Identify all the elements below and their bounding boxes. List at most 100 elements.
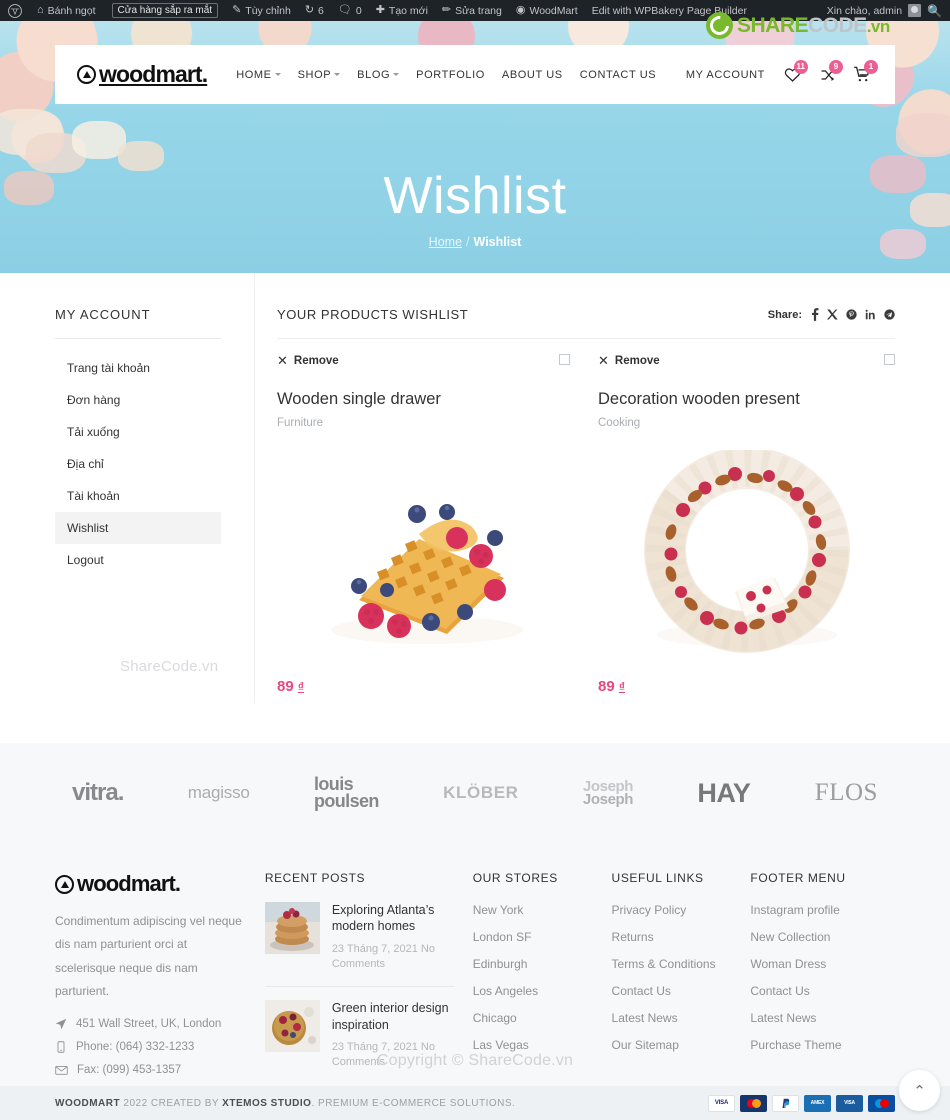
useful-link[interactable]: Privacy Policy <box>612 903 687 917</box>
linkedin-icon[interactable] <box>865 309 876 320</box>
admin-bar-updates[interactable]: ↻ 6 <box>298 0 331 21</box>
nav-item-shop[interactable]: SHOP <box>298 69 341 81</box>
search-icon[interactable]: 🔍 <box>927 4 944 18</box>
list-item[interactable]: Latest News <box>750 1010 877 1025</box>
sidebar-link[interactable]: Địa chỉ <box>55 448 221 480</box>
recent-post-item[interactable]: Green interior design inspiration 23 Thá… <box>264 1000 455 1084</box>
wp-logo-menu[interactable] <box>0 0 30 21</box>
x-twitter-icon[interactable] <box>827 309 838 320</box>
footer-menu-link[interactable]: Purchase Theme <box>750 1038 841 1052</box>
list-item[interactable]: London SF <box>473 929 594 944</box>
sidebar-link[interactable]: Tải xuống <box>55 416 221 448</box>
footer-menu-link[interactable]: Woman Dress <box>750 957 826 971</box>
product-1-image[interactable] <box>277 445 570 660</box>
product-2-image[interactable] <box>598 445 895 660</box>
list-item[interactable]: Woman Dress <box>750 956 877 971</box>
product-1-name[interactable]: Wooden single drawer <box>277 390 570 409</box>
list-item[interactable]: New Collection <box>750 929 877 944</box>
useful-link[interactable]: Terms & Conditions <box>612 957 716 971</box>
brand-logo-joseph-joseph[interactable]: Joseph Joseph <box>583 779 634 807</box>
recent-post-thumbnail[interactable] <box>264 1000 320 1053</box>
list-item[interactable]: Returns <box>612 929 733 944</box>
admin-bar-customize[interactable]: ✎ Tùy chỉnh <box>225 0 298 21</box>
compare-button[interactable]: 9 <box>816 59 843 85</box>
sidebar-link[interactable]: Trang tài khoản <box>55 352 221 384</box>
brand-logo-vitra[interactable]: vitra. <box>72 779 124 807</box>
cart-button[interactable]: 1 <box>851 59 878 85</box>
footer-menu-link[interactable]: New Collection <box>750 930 830 944</box>
nav-item-portfolio[interactable]: PORTFOLIO <box>416 69 485 81</box>
admin-bar-comments[interactable]: 🗨 0 <box>331 0 369 21</box>
list-item[interactable]: New York <box>473 902 594 917</box>
store-link[interactable]: Chicago <box>473 1011 517 1025</box>
pinterest-icon[interactable] <box>846 309 857 320</box>
store-link[interactable]: London SF <box>473 930 532 944</box>
footer-menu-link[interactable]: Contact Us <box>750 984 809 998</box>
breadcrumb-home[interactable]: Home <box>429 235 462 249</box>
footer-menu-link[interactable]: Instagram profile <box>750 903 839 917</box>
admin-bar-site-name[interactable]: ⌂ Bánh ngọt <box>30 0 103 21</box>
wishlist-button[interactable]: 11 <box>781 59 808 85</box>
recent-post-item[interactable]: Exploring Atlanta’s modern homes 23 Thán… <box>264 902 455 988</box>
store-link[interactable]: Edinburgh <box>473 957 528 971</box>
remove-product-2-button[interactable]: ✕ Remove <box>598 353 660 369</box>
store-link[interactable]: Los Angeles <box>473 984 538 998</box>
sidebar-item-dia-chi[interactable]: Địa chỉ <box>55 448 221 480</box>
useful-link[interactable]: Contact Us <box>612 984 671 998</box>
my-account-link[interactable]: MY ACCOUNT <box>686 69 765 81</box>
list-item[interactable]: Las Vegas <box>473 1037 594 1052</box>
useful-link[interactable]: Latest News <box>612 1011 678 1025</box>
facebook-icon[interactable] <box>811 308 819 321</box>
list-item[interactable]: Contact Us <box>750 983 877 998</box>
store-link[interactable]: New York <box>473 903 524 917</box>
recent-post-title[interactable]: Exploring Atlanta’s modern homes <box>332 902 455 935</box>
sidebar-item-logout[interactable]: Logout <box>55 544 221 576</box>
brand-logo-klober[interactable]: KLÖBER <box>443 783 518 803</box>
list-item[interactable]: Terms & Conditions <box>612 956 733 971</box>
list-item[interactable]: Instagram profile <box>750 902 877 917</box>
select-product-2-checkbox[interactable] <box>884 354 895 365</box>
list-item[interactable]: Los Angeles <box>473 983 594 998</box>
sidebar-item-trang-tai-khoan[interactable]: Trang tài khoản <box>55 352 221 384</box>
useful-link[interactable]: Returns <box>612 930 654 944</box>
sidebar-link[interactable]: Đơn hàng <box>55 384 221 416</box>
sidebar-item-wishlist[interactable]: Wishlist <box>55 512 221 544</box>
list-item[interactable]: Our Sitemap <box>612 1037 733 1052</box>
store-link[interactable]: Las Vegas <box>473 1038 529 1052</box>
list-item[interactable]: Chicago <box>473 1010 594 1025</box>
select-product-1-checkbox[interactable] <box>559 354 570 365</box>
scroll-to-top-button[interactable]: ⌃ <box>899 1070 940 1111</box>
remove-product-1-button[interactable]: ✕ Remove <box>277 353 339 369</box>
list-item[interactable]: Purchase Theme <box>750 1037 877 1052</box>
product-2-name[interactable]: Decoration wooden present <box>598 390 895 409</box>
list-item[interactable]: Contact Us <box>612 983 733 998</box>
site-logo[interactable]: woodmart. <box>77 61 208 88</box>
admin-bar-edit-page[interactable]: ✏ Sửa trang <box>435 0 509 21</box>
sidebar-link[interactable]: Logout <box>55 544 221 576</box>
admin-bar-new-content[interactable]: ✚ Tạo mới <box>369 0 435 21</box>
recent-post-title[interactable]: Green interior design inspiration <box>332 1000 455 1033</box>
nav-item-blog[interactable]: BLOG <box>357 69 400 81</box>
footer-menu-link[interactable]: Latest News <box>750 1011 816 1025</box>
list-item[interactable]: Privacy Policy <box>612 902 733 917</box>
sidebar-item-tai-xuong[interactable]: Tải xuống <box>55 416 221 448</box>
nav-item-about-us[interactable]: ABOUT US <box>502 69 563 81</box>
admin-bar-woodmart[interactable]: ◉ WoodMart <box>509 0 585 21</box>
nav-item-contact-us[interactable]: CONTACT US <box>580 69 657 81</box>
footer-logo[interactable]: woodmart. <box>55 871 247 897</box>
telegram-icon[interactable] <box>884 309 895 320</box>
nav-item-home[interactable]: HOME <box>236 69 281 81</box>
avatar[interactable] <box>908 4 922 17</box>
brand-logo-hay[interactable]: HAY <box>697 778 751 809</box>
sidebar-link[interactable]: Tài khoản <box>55 480 221 512</box>
sidebar-link[interactable]: Wishlist <box>55 512 221 544</box>
list-item[interactable]: Edinburgh <box>473 956 594 971</box>
brand-logo-louis-poulsen[interactable]: louis poulsen <box>314 776 379 810</box>
list-item[interactable]: Latest News <box>612 1010 733 1025</box>
recent-post-thumbnail[interactable] <box>264 902 320 954</box>
sidebar-item-don-hang[interactable]: Đơn hàng <box>55 384 221 416</box>
useful-link[interactable]: Our Sitemap <box>612 1038 679 1052</box>
brand-logo-flos[interactable]: FLOS <box>815 779 878 807</box>
sidebar-item-tai-khoan[interactable]: Tài khoản <box>55 480 221 512</box>
admin-bar-shop-status[interactable]: Cửa hàng sắp ra mắt <box>103 0 226 21</box>
